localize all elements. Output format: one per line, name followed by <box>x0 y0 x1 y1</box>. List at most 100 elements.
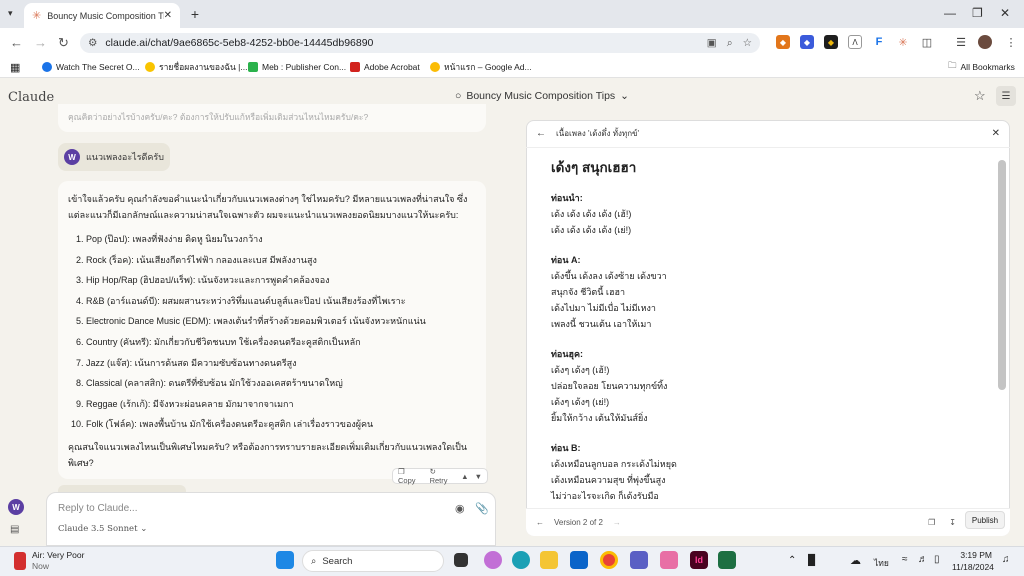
lyric-line: สนุกจัง ชีวิตนี้ เฮฮา <box>551 287 626 297</box>
camera-icon[interactable]: ◉ <box>455 502 465 515</box>
new-tab-button[interactable]: + <box>186 5 204 23</box>
sidebar-toggle-icon[interactable]: ▤ <box>10 524 19 535</box>
list-item: Rock (ร็อค): เน้นเสียงกีตาร์ไฟฟ้า กลองแล… <box>86 250 476 271</box>
bookmark-item[interactable]: Adobe Acrobat <box>350 60 420 74</box>
artifact-scrollbar[interactable] <box>998 160 1006 390</box>
metamask-extension-icon[interactable]: ◆ <box>776 35 790 49</box>
wifi-icon[interactable]: ≈ <box>902 554 908 565</box>
close-tab-icon[interactable]: ✕ <box>164 10 172 21</box>
song-section: ท่อน A: เด้งขึ้น เด้งลง เด้งซ้าย เด้งขวา… <box>551 252 971 332</box>
browser-tab[interactable]: ✳ Bouncy Music Composition Tips ✕ <box>24 3 180 28</box>
taskview-icon[interactable] <box>454 553 468 567</box>
thumbs-up-icon[interactable]: ▲ <box>461 472 468 481</box>
taskbar-search[interactable]: ⌕ Search <box>302 550 444 572</box>
genre-list: Pop (ป๊อป): เพลงที่ฟังง่าย ติดหู นิยมในว… <box>86 229 476 435</box>
close-window-icon[interactable]: ✕ <box>1000 6 1010 20</box>
apps-grid-icon[interactable]: ▦ <box>10 60 20 74</box>
reload-icon[interactable]: ↻ <box>58 35 69 51</box>
profile-avatar[interactable] <box>978 35 992 49</box>
next-version-icon[interactable]: → <box>613 518 621 527</box>
lambda-extension-icon[interactable]: Λ <box>848 35 862 49</box>
windows-start-icon[interactable] <box>276 551 294 569</box>
teams-icon[interactable] <box>630 551 648 569</box>
back-icon[interactable]: ← <box>10 35 23 50</box>
zoom-icon[interactable]: ⌕ <box>727 37 733 50</box>
reply-input[interactable]: Reply to Claude... <box>58 503 138 514</box>
message-actions: ❐ Copy ↻ Retry ▲ ▼ <box>392 467 488 485</box>
settings-sliders-icon[interactable]: ☰ <box>996 86 1016 106</box>
chrome-icon[interactable] <box>600 551 618 569</box>
lyric-line: ปล่อยใจลอย โยนความทุกข์ทิ้ง <box>551 381 668 391</box>
file-explorer-icon[interactable] <box>540 551 558 569</box>
site-info-icon[interactable]: ⚙ <box>88 37 97 49</box>
back-arrow-icon[interactable]: ← <box>536 128 546 139</box>
binance-extension-icon[interactable]: ◆ <box>824 35 838 49</box>
model-selector[interactable]: Claude 3.5 Sonnet ⌄ <box>58 524 147 534</box>
chat-bubble-icon: ○ <box>455 90 462 102</box>
forward-icon[interactable]: → <box>34 35 47 50</box>
photos-icon[interactable] <box>660 551 678 569</box>
tray-app-icon[interactable]: █ <box>808 555 815 566</box>
reply-input-box[interactable] <box>46 492 496 546</box>
download-icon[interactable]: ↧ <box>949 518 956 527</box>
address-bar[interactable]: ⚙ claude.ai/chat/9ae6865c-5eb8-4252-bb0e… <box>80 33 760 53</box>
all-bookmarks[interactable]: 🗀 All Bookmarks <box>948 60 1015 74</box>
song-section: ท่อน B: เด้งเหมือนลูกบอล กระเด้งไม่หยุด … <box>551 440 971 504</box>
install-app-icon[interactable]: ▣ <box>707 37 717 49</box>
song-section: ท่อนนำ: เด้ง เด้ง เด้ง เด้ง (เฮ้!) เด้ง … <box>551 190 971 238</box>
edge-icon[interactable] <box>512 551 530 569</box>
indesign-icon[interactable]: Id <box>690 551 708 569</box>
f-extension-icon[interactable]: F <box>872 35 886 49</box>
claude-favicon-icon: ✳ <box>32 10 42 22</box>
volume-icon[interactable]: ♬ <box>918 554 928 565</box>
bookmark-item[interactable]: หน้าแรก – Google Ad... <box>430 60 532 74</box>
excel-icon[interactable] <box>718 551 736 569</box>
lyric-line: ยิ้มให้กว้าง เต้นให้มันส์ยิ่ง <box>551 413 648 423</box>
copy-button[interactable]: ❐ Copy <box>398 467 424 485</box>
tray-chevron-icon[interactable]: ⌃ <box>788 555 796 566</box>
list-item: Classical (คลาสสิก): ดนตรีที่ซับซ้อน มัก… <box>86 373 476 394</box>
list-item: Hip Hop/Rap (ฮิปฮอป/แร็พ): เน้นจังหวะและ… <box>86 270 476 291</box>
bookmark-star-icon[interactable]: ☆ <box>743 37 752 49</box>
publish-button[interactable]: Publish <box>965 511 1005 529</box>
lyric-line: ไม่ว่าอะไรจะเกิด ก็เด้งรับมือ <box>551 491 659 501</box>
close-icon[interactable]: ✕ <box>992 128 1000 139</box>
assistant-reply: เข้าใจแล้วครับ คุณกำลังขอคำแนะนำเกี่ยวกั… <box>58 181 486 479</box>
media-icon[interactable]: ☰ <box>954 35 968 49</box>
copy-icon[interactable]: ❐ <box>928 518 935 527</box>
clock[interactable]: 3:19 PM 11/18/2024 <box>952 549 994 573</box>
claude-logo[interactable]: Claude <box>8 90 54 105</box>
outlook-icon[interactable] <box>570 551 588 569</box>
attach-icon[interactable]: 📎 <box>475 502 489 515</box>
bookmark-item[interactable]: รายชื่อผลงานของฉัน |... <box>145 60 247 74</box>
chrome-menu-icon[interactable]: ⋮ <box>1004 35 1018 49</box>
onedrive-icon[interactable]: ☁ <box>850 554 861 567</box>
claude-extension-icon[interactable]: ✳ <box>896 35 910 49</box>
battery-icon[interactable]: ▯ <box>934 554 940 565</box>
lyric-line: เด้งขึ้น เด้งลง เด้งซ้าย เด้งขวา <box>551 271 667 281</box>
lyric-line: เด้งเหมือนลูกบอล กระเด้งไม่หยุด <box>551 459 677 469</box>
prev-version-icon[interactable]: ← <box>536 518 544 527</box>
thumbs-down-icon[interactable]: ▼ <box>475 472 482 481</box>
tab-list-chevron-icon[interactable]: ▾ <box>8 8 13 19</box>
language-indicator[interactable]: ไทย <box>874 556 889 570</box>
star-icon[interactable]: ☆ <box>974 88 986 104</box>
chat-title-dropdown[interactable]: ○ Bouncy Music Composition Tips ⌄ <box>455 90 629 102</box>
extensions-puzzle-icon[interactable]: ◫ <box>920 35 934 49</box>
artifact-content: เด้งๆ สนุกเฮฮา ท่อนนำ: เด้ง เด้ง เด้ง เด… <box>551 160 971 518</box>
list-item: Jazz (แจ๊ส): เน้นการด้นสด มีความซับซ้อนท… <box>86 353 476 374</box>
weather-widget[interactable]: Air: Very Poor Now <box>14 550 84 572</box>
lyric-line: เด้งไปมา ไม่มีเบื่อ ไม่มีเหงา <box>551 303 656 313</box>
restore-icon[interactable]: ❐ <box>972 6 983 20</box>
list-item: Electronic Dance Music (EDM): เพลงเต้นรำ… <box>86 311 476 332</box>
tab-title: Bouncy Music Composition Tips <box>47 10 164 21</box>
notification-bell-icon[interactable]: ♫ <box>1002 554 1010 565</box>
bookmark-item[interactable]: Watch The Secret O... <box>42 60 140 74</box>
sidebar-user-avatar[interactable]: W <box>8 499 24 515</box>
minimize-icon[interactable]: — <box>944 6 956 20</box>
shield-extension-icon[interactable]: ◆ <box>800 35 814 49</box>
copilot-icon[interactable] <box>484 551 502 569</box>
bookmark-item[interactable]: Meb : Publisher Con... <box>248 60 346 74</box>
artifact-header: ← เนื้อเพลง 'เด้งดึ๋ง ทั้งทุกข์' ✕ <box>526 120 1010 148</box>
retry-button[interactable]: ↻ Retry <box>430 467 456 485</box>
